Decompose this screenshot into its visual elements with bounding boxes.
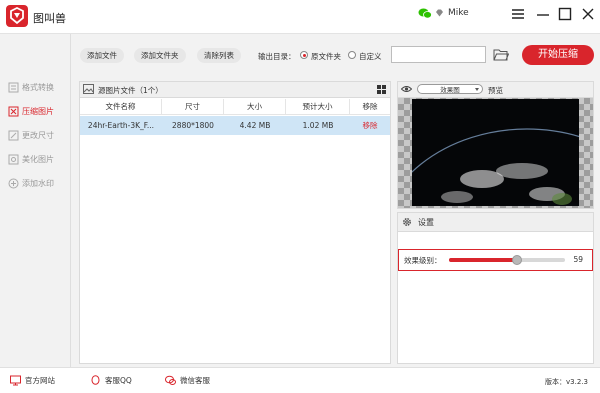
sidebar-item-format-convert[interactable]: 格式转换: [8, 80, 54, 94]
sidebar-item-label: 压缩图片: [22, 106, 54, 116]
sidebar-item-watermark[interactable]: 添加水印: [8, 176, 54, 190]
source-folder-radio[interactable]: [300, 51, 308, 59]
gear-icon: [403, 218, 411, 226]
column-header-name[interactable]: 文件名称: [80, 99, 162, 115]
preview-area: [398, 98, 593, 208]
effect-level-label: 效果级别：: [404, 256, 442, 265]
sidebar-item-label: 更改尺寸: [22, 130, 54, 140]
table-row[interactable]: 24hr-Earth-3K_F... 2880*1800 4.42 MB 1.0…: [80, 116, 390, 135]
custom-folder-radio[interactable]: [348, 51, 356, 59]
file-list-panel: 源图片文件（1个） 文件名称 尺寸 大小 预计大小 移除 24hr-Earth-…: [79, 81, 391, 364]
effect-level-slider[interactable]: [449, 255, 565, 265]
custom-folder-label[interactable]: 自定义: [359, 51, 382, 62]
preview-panel: 效果图 预览: [397, 81, 594, 209]
minimize-icon[interactable]: [535, 6, 551, 22]
vip-diamond-icon: [436, 9, 443, 17]
clear-list-button[interactable]: 清除列表: [197, 48, 241, 63]
chevron-down-icon: [475, 88, 479, 91]
output-path-input[interactable]: [391, 46, 486, 63]
version-text: 版本：v3.2.3: [545, 378, 588, 386]
effect-level-row: 效果级别： 59: [398, 249, 593, 271]
app-logo-icon: [6, 5, 28, 27]
sidebar-item-compress[interactable]: 压缩图片: [8, 104, 54, 118]
username[interactable]: Mike: [448, 8, 469, 18]
wechat-support-label: 微信客服: [180, 376, 210, 385]
add-file-button[interactable]: 添加文件: [80, 48, 124, 63]
slider-thumb[interactable]: [512, 255, 523, 265]
file-list-header: 源图片文件（1个）: [80, 82, 390, 98]
sidebar-item-resize[interactable]: 更改尺寸: [8, 128, 54, 142]
eye-icon: [401, 86, 412, 92]
column-header-size[interactable]: 大小: [224, 99, 286, 115]
sidebar: 格式转换 压缩图片 更改尺寸 美化图片 添加水印: [0, 34, 71, 367]
start-compress-button[interactable]: 开始压缩: [522, 45, 594, 65]
column-header-est-size[interactable]: 预计大小: [286, 99, 350, 115]
wechat-icon: [418, 8, 432, 19]
output-dir-label: 输出目录：: [258, 52, 296, 61]
folder-icon[interactable]: [493, 48, 509, 61]
wechat-support-link[interactable]: 微信客服: [165, 375, 210, 386]
sidebar-item-label: 美化图片: [22, 154, 54, 164]
file-dims-cell: 2880*1800: [172, 121, 214, 130]
format-convert-icon: [8, 82, 19, 92]
compress-icon: [8, 106, 19, 116]
footer: 官方网站 客服QQ 微信客服 版本：v3.2.3: [0, 367, 600, 393]
preview-label: 预览: [488, 86, 503, 95]
image-icon: [83, 84, 94, 94]
resize-icon: [8, 130, 19, 140]
website-label: 官方网站: [25, 376, 55, 385]
sidebar-item-label: 格式转换: [22, 82, 54, 92]
title-bar: 图叫兽 Mike: [0, 0, 600, 34]
remove-link[interactable]: 移除: [350, 116, 390, 135]
settings-panel: 设置 效果级别： 59: [397, 212, 594, 364]
file-est-size-cell: 1.02 MB: [302, 121, 334, 130]
qq-support-link[interactable]: 客服QQ: [90, 375, 132, 386]
watermark-icon: [8, 178, 19, 188]
sidebar-item-label: 添加水印: [22, 178, 54, 188]
earth-preview-image: [412, 99, 579, 206]
maximize-icon[interactable]: [557, 6, 573, 22]
wechat-support-icon: [165, 375, 176, 385]
preview-header: 效果图 预览: [398, 82, 593, 98]
settings-title: 设置: [418, 218, 434, 227]
close-icon[interactable]: [580, 6, 596, 22]
grid-view-icon[interactable]: [377, 85, 386, 94]
source-folder-label[interactable]: 原文件夹: [311, 51, 341, 62]
file-size-cell: 4.42 MB: [239, 121, 271, 130]
preview-mode-select[interactable]: 效果图: [417, 84, 483, 94]
effect-level-value: 59: [573, 255, 583, 264]
preview-mode-value: 效果图: [440, 86, 460, 94]
settings-header: 设置: [398, 213, 593, 232]
file-list-title: 源图片文件（1个）: [98, 86, 163, 95]
file-name-cell: 24hr-Earth-3K_F...: [87, 121, 155, 130]
monitor-icon: [10, 375, 21, 386]
column-header-dims[interactable]: 尺寸: [162, 99, 224, 115]
slider-fill: [449, 258, 518, 262]
website-link[interactable]: 官方网站: [10, 375, 55, 386]
app-title: 图叫兽: [33, 12, 66, 25]
add-folder-button[interactable]: 添加文件夹: [134, 48, 186, 63]
sidebar-item-beautify[interactable]: 美化图片: [8, 152, 54, 166]
menu-icon[interactable]: [510, 6, 526, 22]
beautify-icon: [8, 154, 19, 164]
column-header-remove: 移除: [350, 99, 390, 115]
qq-support-label: 客服QQ: [105, 376, 132, 385]
qq-icon: [91, 375, 100, 385]
